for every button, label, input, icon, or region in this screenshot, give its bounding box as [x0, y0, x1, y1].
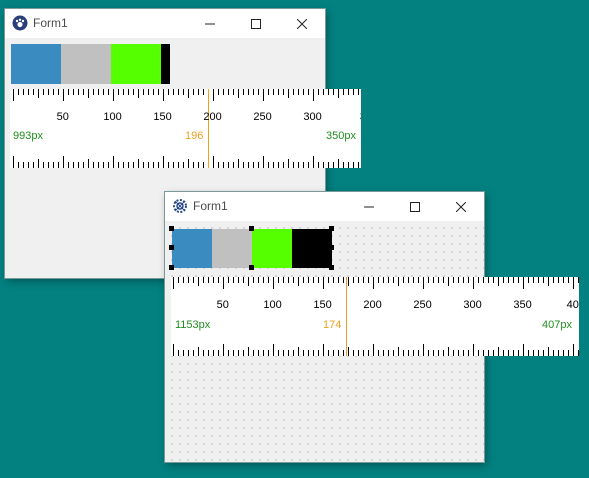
- color-swatch-gray[interactable]: [212, 229, 252, 268]
- close-button[interactable]: [438, 192, 484, 221]
- minimize-button[interactable]: [346, 192, 392, 221]
- ruler-tick-label: 250: [253, 111, 272, 123]
- close-icon: [456, 201, 466, 212]
- maximize-icon: [251, 18, 261, 29]
- ruler-tick-label: 100: [263, 299, 282, 311]
- color-swatch-blue[interactable]: [11, 44, 61, 84]
- selection-handle[interactable]: [169, 226, 174, 231]
- minimize-icon: [364, 206, 374, 207]
- ruler-tick-label: 200: [363, 299, 382, 311]
- maximize-button[interactable]: [233, 9, 279, 38]
- color-swatch-black[interactable]: [292, 229, 332, 268]
- ruler-right-readout: 350px: [326, 130, 356, 142]
- ruler-tick-label: 3: [360, 111, 361, 123]
- pixel-ruler[interactable]: 50 100 150 200 250 300 3 993px 196 350px: [10, 89, 361, 168]
- minimize-icon: [205, 23, 215, 24]
- color-swatch-gray[interactable]: [61, 44, 111, 84]
- ruler-ticks: [13, 89, 359, 168]
- gear-icon: [172, 198, 188, 214]
- color-swatch-blue[interactable]: [172, 229, 212, 268]
- pixel-ruler[interactable]: 50 100 150 200 250 300 350 40 1153px 174 407px: [171, 277, 579, 356]
- title-bar[interactable]: Form1: [5, 9, 325, 38]
- selection-handle[interactable]: [329, 245, 334, 250]
- selection-handle[interactable]: [329, 226, 334, 231]
- maximize-icon: [410, 201, 420, 212]
- close-icon: [297, 18, 307, 29]
- selection-handle[interactable]: [249, 265, 254, 270]
- ruler-tick-label: 300: [463, 299, 482, 311]
- color-swatch-black[interactable]: [161, 44, 170, 84]
- ruler-tick-label: 100: [103, 111, 122, 123]
- ruler-tick-label: 50: [56, 111, 69, 123]
- ruler-ticks: [173, 277, 579, 356]
- ruler-left-readout: 1153px: [175, 319, 211, 331]
- selection-handle[interactable]: [169, 265, 174, 270]
- color-swatch-green[interactable]: [111, 44, 161, 84]
- ruler-tick-label: 150: [313, 299, 332, 311]
- color-swatch-green[interactable]: [252, 229, 292, 268]
- ruler-tick-label: 200: [203, 111, 222, 123]
- window-title: Form1: [33, 16, 68, 30]
- close-button[interactable]: [279, 9, 325, 38]
- title-bar[interactable]: Form1: [165, 192, 484, 221]
- ruler-tick-label: 250: [413, 299, 432, 311]
- ruler-tick-label: 300: [303, 111, 322, 123]
- selection-handle[interactable]: [329, 265, 334, 270]
- ruler-marker-readout: 196: [185, 130, 204, 142]
- minimize-button[interactable]: [187, 9, 233, 38]
- maximize-button[interactable]: [392, 192, 438, 221]
- ruler-tick-label: 150: [153, 111, 172, 123]
- selection-handle[interactable]: [169, 245, 174, 250]
- paw-icon: [12, 15, 28, 31]
- ruler-marker-readout: 174: [323, 319, 342, 331]
- ruler-tick-label: 350: [513, 299, 532, 311]
- ruler-right-readout: 407px: [542, 319, 572, 331]
- window-title: Form1: [193, 199, 228, 213]
- selection-handle[interactable]: [249, 226, 254, 231]
- ruler-left-readout: 993px: [13, 130, 43, 142]
- ruler-tick-label: 50: [216, 299, 229, 311]
- ruler-tick-label: 40: [566, 299, 579, 311]
